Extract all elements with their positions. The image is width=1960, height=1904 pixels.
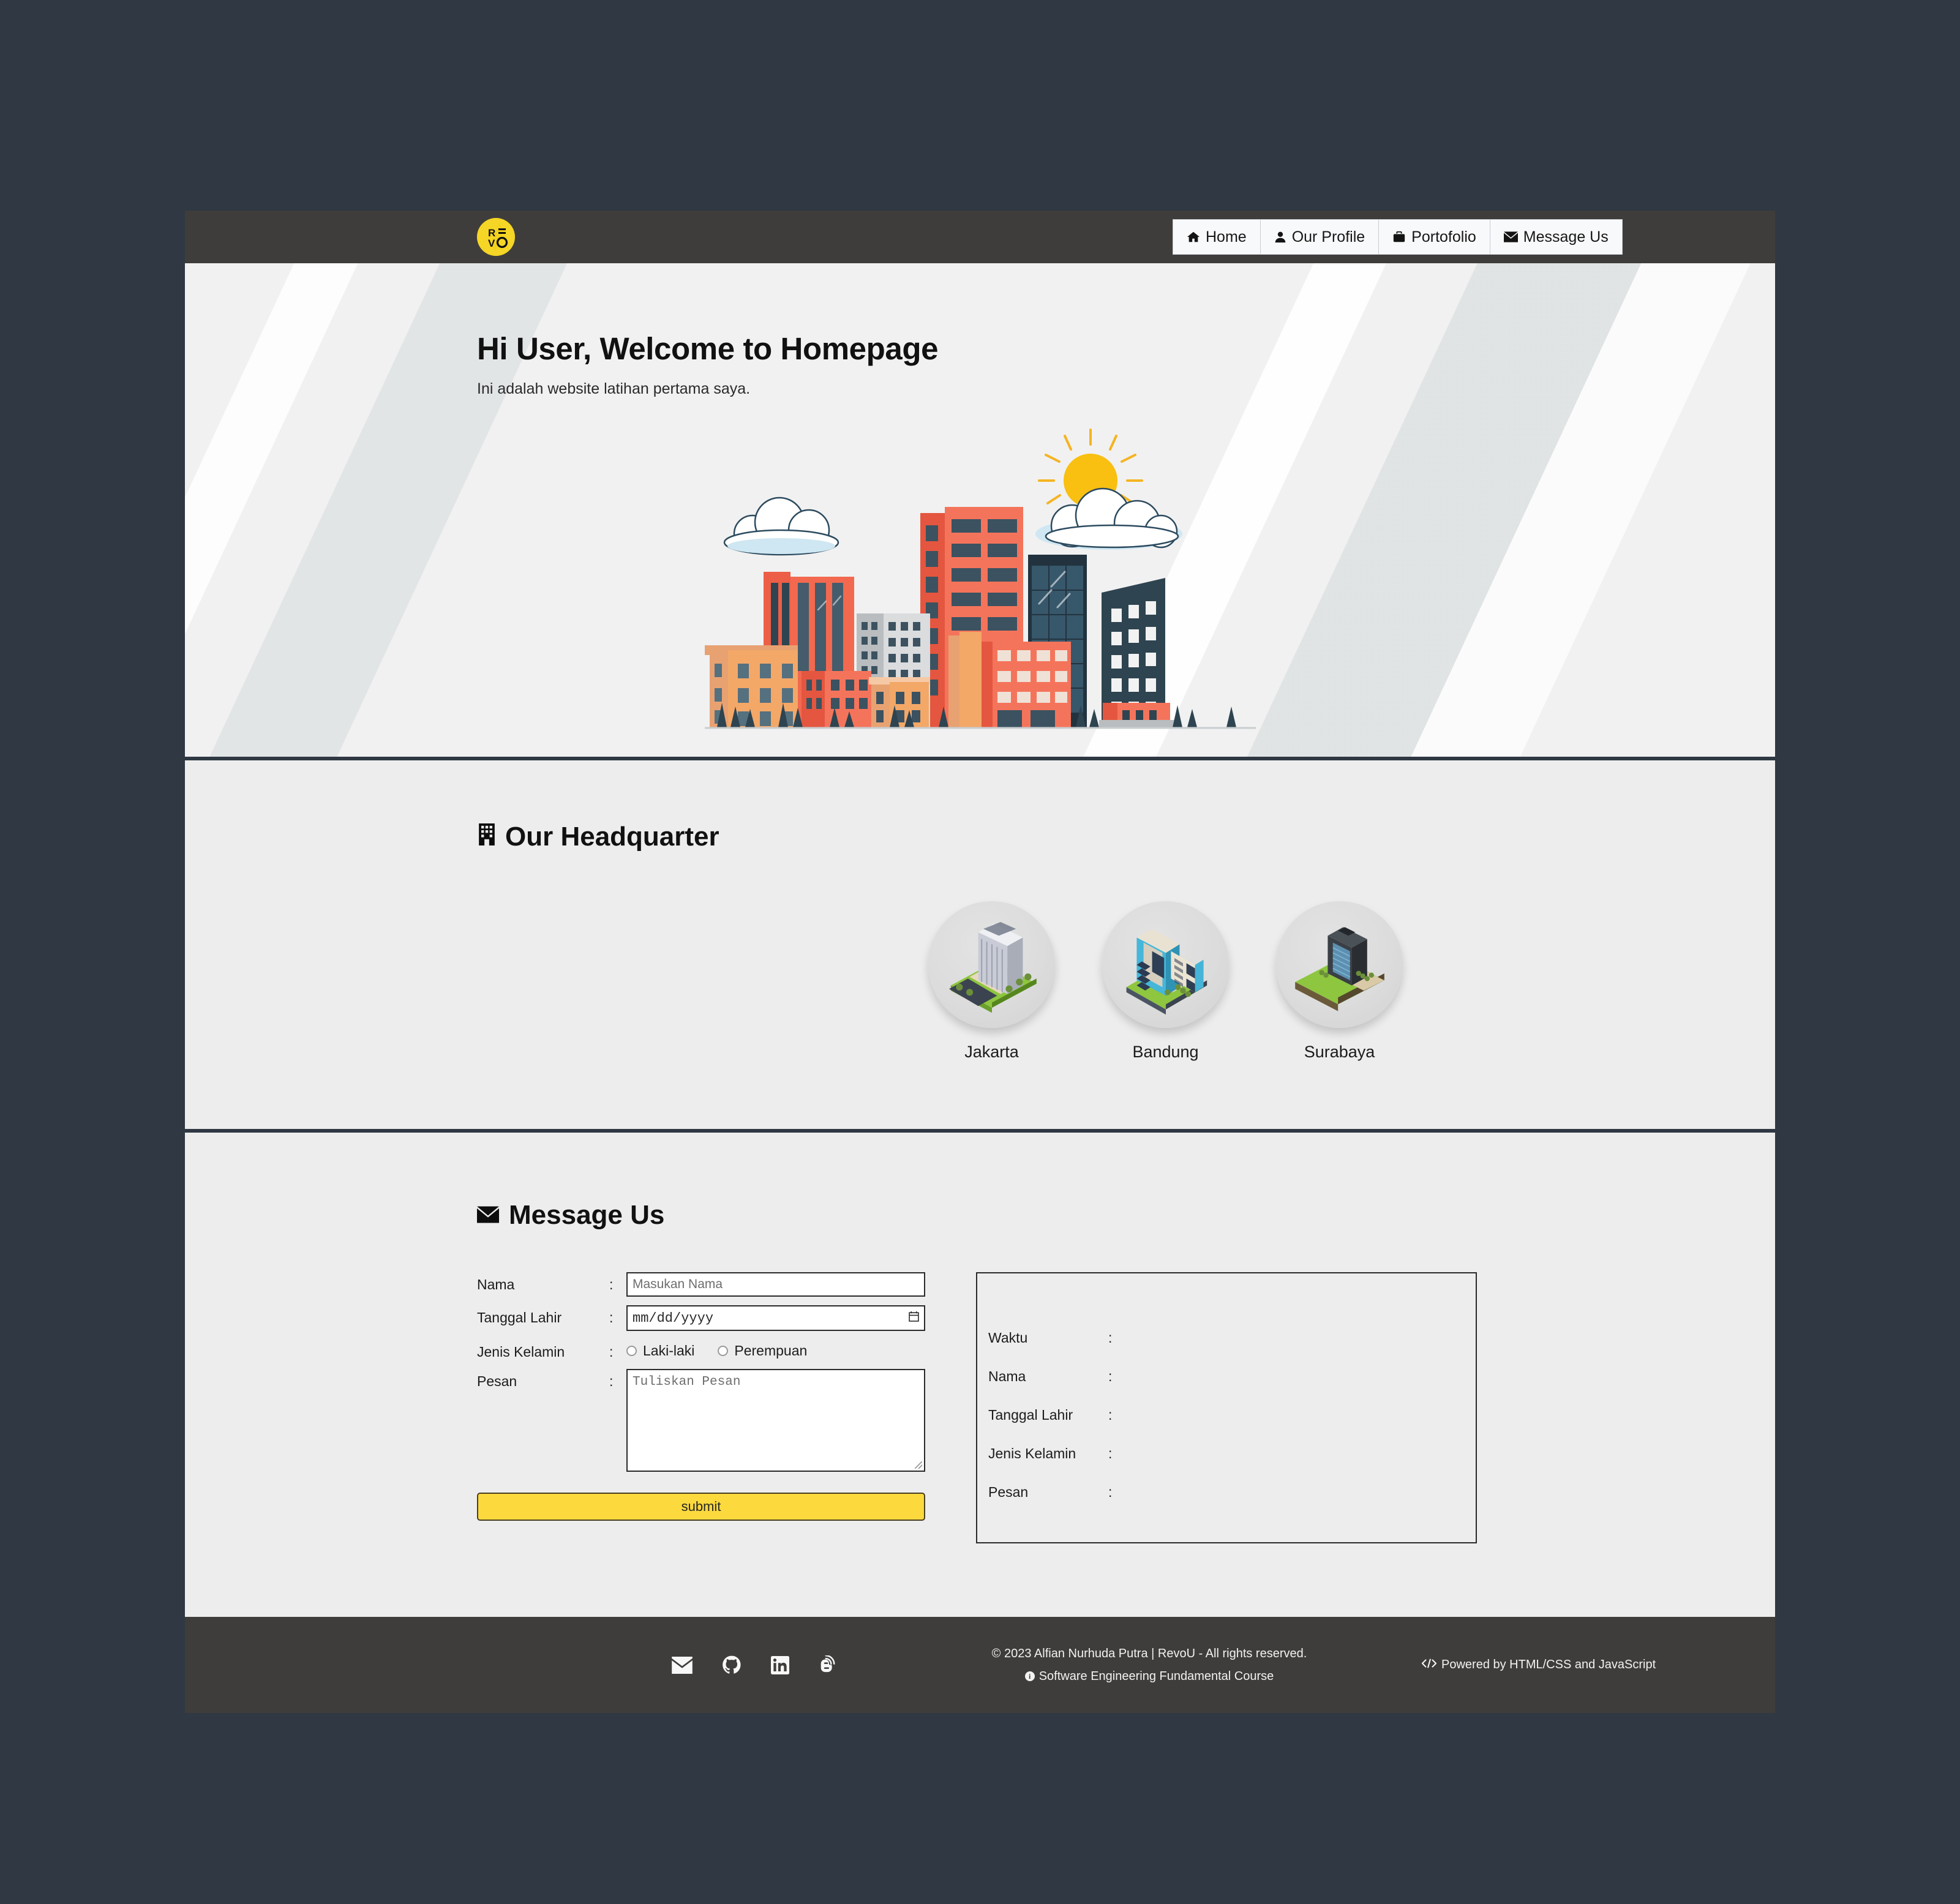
colon: : — [609, 1373, 614, 1389]
briefcase-icon — [1392, 230, 1406, 244]
result-row: Nama : — [988, 1368, 1476, 1385]
nav-item-message-us[interactable]: Message Us — [1489, 219, 1623, 255]
pesan-textarea[interactable]: Tuliskan Pesan — [626, 1369, 925, 1472]
date-placeholder: mm/dd/yyyy — [633, 1310, 714, 1326]
form-row-nama: Nama : Masukan Nama — [477, 1272, 925, 1297]
building-icon — [477, 822, 497, 852]
user-icon — [1274, 230, 1286, 244]
result-label-waktu: Waktu — [988, 1330, 1028, 1346]
nav-item-label: Message Us — [1523, 228, 1609, 245]
hq-card-label: Jakarta — [964, 1043, 1019, 1061]
nav-item-home[interactable]: Home — [1173, 219, 1261, 255]
pesan-label: Pesan — [477, 1373, 517, 1389]
nama-placeholder: Masukan Nama — [633, 1277, 723, 1291]
hq-card-jakarta[interactable]: Jakarta — [928, 901, 1055, 1062]
result-row: Jenis Kelamin : — [988, 1445, 1476, 1462]
nama-input[interactable]: Masukan Nama — [626, 1272, 925, 1297]
result-row: Waktu : — [988, 1330, 1476, 1346]
message-us-title: Message Us — [509, 1200, 665, 1230]
calendar-icon[interactable] — [909, 1311, 919, 1326]
isometric-office-building-icon — [1102, 901, 1229, 1028]
envelope-icon[interactable] — [672, 1656, 693, 1674]
headquarter-cards: Jakarta Bandung Surabaya — [928, 901, 1775, 1062]
svg-text:V: V — [488, 238, 495, 249]
envelope-icon — [477, 1200, 499, 1231]
hero-section: Hi User, Welcome to Homepage Ini adalah … — [185, 263, 1775, 760]
form-row-jenis-kelamin: Jenis Kelamin : Laki-laki Perempuan — [477, 1340, 925, 1360]
isometric-tower-building-icon — [928, 901, 1055, 1028]
github-icon[interactable] — [722, 1655, 742, 1675]
code-icon — [1421, 1658, 1437, 1673]
radio-laki-laki[interactable] — [626, 1346, 637, 1356]
result-row: Tanggal Lahir : — [988, 1407, 1476, 1423]
result-panel: Waktu : Nama : Tanggal Lahir : Jenis Kel… — [976, 1272, 1477, 1543]
form-row-pesan: Pesan : Tuliskan Pesan — [477, 1369, 925, 1472]
site-logo[interactable]: R V — [477, 218, 515, 256]
tanggal-lahir-label: Tanggal Lahir — [477, 1310, 562, 1325]
result-label-nama: Nama — [988, 1368, 1026, 1384]
home-icon — [1187, 230, 1200, 244]
colon: : — [1108, 1330, 1113, 1346]
linkedin-icon[interactable] — [771, 1655, 789, 1674]
hq-card-bandung[interactable]: Bandung — [1102, 901, 1229, 1062]
submit-button[interactable]: submit — [477, 1493, 925, 1521]
result-label-pesan: Pesan — [988, 1484, 1029, 1500]
footer-powered-text: Powered by HTML/CSS and JavaScript — [1441, 1658, 1656, 1671]
hq-card-label: Bandung — [1132, 1043, 1199, 1061]
nama-label: Nama — [477, 1276, 515, 1292]
page-title: Hi User, Welcome to Homepage — [477, 331, 939, 366]
nav-item-label: Our Profile — [1291, 228, 1365, 245]
hq-card-surabaya[interactable]: Surabaya — [1276, 901, 1403, 1062]
social-links — [672, 1655, 838, 1675]
tanggal-lahir-input[interactable]: mm/dd/yyyy — [626, 1305, 925, 1331]
envelope-icon — [1503, 230, 1518, 244]
colon: : — [609, 1344, 614, 1360]
nav-item-label: Portofolio — [1411, 228, 1476, 245]
message-us-section: Message Us Nama : Masukan Nama Tanggal L… — [185, 1133, 1775, 1617]
footer-powered-block: Powered by HTML/CSS and JavaScript — [1421, 1658, 1656, 1673]
colon: : — [1108, 1407, 1113, 1423]
nav-item-portofolio[interactable]: Portofolio — [1378, 219, 1490, 255]
jenis-kelamin-label: Jenis Kelamin — [477, 1344, 565, 1360]
nav-item-our-profile[interactable]: Our Profile — [1260, 219, 1380, 255]
radio-laki-laki-label: Laki-laki — [643, 1343, 695, 1359]
result-label-jenis-kelamin: Jenis Kelamin — [988, 1445, 1076, 1461]
colon: : — [609, 1276, 614, 1292]
colon: : — [1108, 1484, 1113, 1500]
page-subtitle: Ini adalah website latihan pertama saya. — [477, 380, 751, 397]
radio-perempuan[interactable] — [718, 1346, 729, 1356]
headquarter-title-row: Our Headquarter — [477, 822, 1775, 852]
colon: : — [1108, 1445, 1113, 1461]
colon: : — [1108, 1368, 1113, 1384]
message-form: Nama : Masukan Nama Tanggal Lahir : mm/d… — [477, 1272, 925, 1543]
navbar: R V Home Our Profile Portofolio Message … — [185, 211, 1775, 263]
city-skyline-illustration — [704, 426, 1256, 744]
colon: : — [609, 1310, 614, 1325]
headquarter-section: Our Headquarter Jakarta Bandung Surabaya — [185, 760, 1775, 1133]
footer-course: Software Engineering Fundamental Course — [1038, 1669, 1274, 1683]
result-label-tanggal-lahir: Tanggal Lahir — [988, 1407, 1073, 1423]
page-container: R V Home Our Profile Portofolio Message … — [185, 211, 1775, 1713]
isometric-highrise-building-icon — [1276, 901, 1403, 1028]
nav-links: Home Our Profile Portofolio Message Us — [1173, 219, 1623, 255]
pesan-placeholder: Tuliskan Pesan — [633, 1375, 741, 1389]
info-icon: i — [1024, 1671, 1035, 1681]
footer-copyright-block: © 2023 Alfian Nurhuda Putra | RevoU - Al… — [978, 1643, 1321, 1688]
form-row-tanggal-lahir: Tanggal Lahir : mm/dd/yyyy — [477, 1305, 925, 1331]
footer: © 2023 Alfian Nurhuda Putra | RevoU - Al… — [185, 1617, 1775, 1713]
footer-copyright: © 2023 Alfian Nurhuda Putra | RevoU - Al… — [991, 1646, 1307, 1660]
result-row: Pesan : — [988, 1484, 1476, 1501]
nav-item-label: Home — [1206, 228, 1247, 245]
blogger-icon[interactable] — [819, 1655, 838, 1675]
hq-card-label: Surabaya — [1304, 1043, 1375, 1061]
radio-perempuan-label: Perempuan — [734, 1343, 808, 1359]
message-us-title-row: Message Us — [477, 1200, 1775, 1231]
headquarter-title: Our Headquarter — [505, 822, 719, 852]
